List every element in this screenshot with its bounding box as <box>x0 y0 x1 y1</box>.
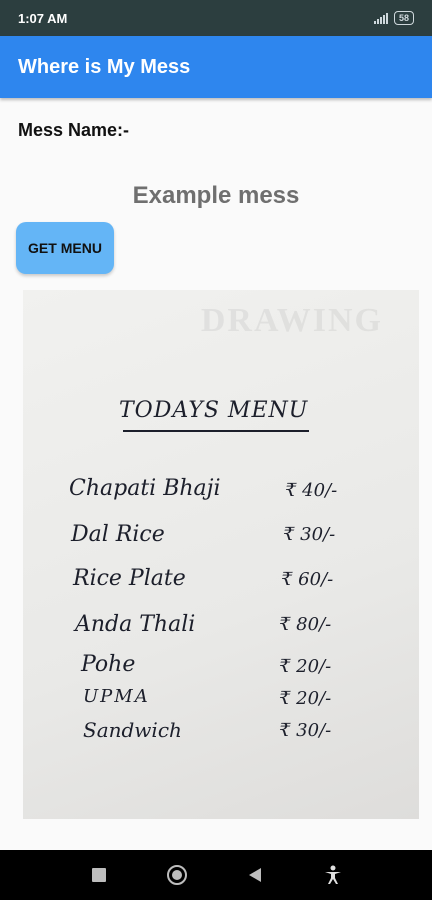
signal-icon <box>373 12 388 24</box>
app-title: Where is My Mess <box>18 55 191 78</box>
status-icons: 58 <box>373 11 414 25</box>
mess-name-value: Example mess <box>132 182 300 209</box>
menu-item-name: Pohe <box>81 652 136 677</box>
menu-item-price: ₹ 20/- <box>279 688 332 709</box>
menu-item-price: ₹ 30/- <box>279 720 332 741</box>
app-bar: Where is My Mess <box>0 36 432 98</box>
menu-title-underline <box>123 430 309 432</box>
battery-icon: 58 <box>393 11 414 25</box>
menu-item-price: ₹ 80/- <box>279 614 332 635</box>
menu-item-price: ₹ 40/- <box>285 480 338 501</box>
bleed-through-text: DRAWING <box>200 302 383 339</box>
system-nav-bar <box>0 850 432 900</box>
mess-name-label: Mess Name:- <box>18 120 130 140</box>
menu-item-name: UPMA <box>83 686 150 707</box>
menu-photo: DRAWING TODAYS MENU Chapati Bhaji ₹ 40/-… <box>23 290 419 819</box>
back-icon[interactable] <box>235 855 275 895</box>
menu-item-name: Anda Thali <box>75 612 196 637</box>
accessibility-icon[interactable] <box>313 855 353 895</box>
menu-item-name: Rice Plate <box>73 566 186 591</box>
menu-item-price: ₹ 20/- <box>279 656 332 677</box>
menu-item-price: ₹ 30/- <box>283 524 336 545</box>
status-bar: 1:07 AM 58 <box>0 0 432 36</box>
menu-item-price: ₹ 60/- <box>281 569 334 590</box>
recents-icon[interactable] <box>79 855 119 895</box>
menu-item-name: Sandwich <box>83 718 182 742</box>
home-icon[interactable] <box>157 855 197 895</box>
get-menu-button[interactable]: GET MENU <box>16 222 114 274</box>
menu-item-name: Dal Rice <box>71 522 165 547</box>
status-time: 1:07 AM <box>18 10 68 26</box>
menu-title: TODAYS MENU <box>119 398 309 423</box>
menu-item-name: Chapati Bhaji <box>69 476 221 501</box>
